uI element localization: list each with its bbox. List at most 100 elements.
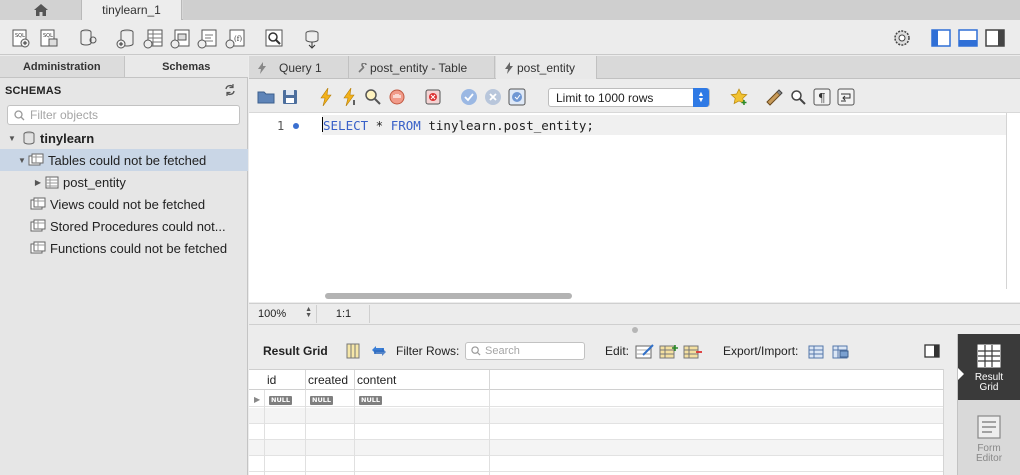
save-icon[interactable] [279, 86, 301, 108]
open-sql-script-icon[interactable]: SQL [38, 27, 60, 49]
create-table-icon[interactable] [143, 27, 165, 49]
inspector-icon[interactable] [77, 27, 99, 49]
result-grid-label: Grid [979, 382, 999, 393]
form-editor-label: Editor [975, 453, 1003, 464]
import-icon[interactable] [830, 340, 852, 362]
tree-node-tables[interactable]: ▼ Tables could not be fetched [0, 149, 248, 171]
svg-text:SQL: SQL [43, 33, 53, 39]
sql-editor[interactable] [249, 112, 1020, 302]
panel-splitter-handle[interactable] [632, 327, 638, 333]
create-function-icon[interactable]: (f) [225, 27, 247, 49]
result-grid-view-button[interactable]: Result Grid [958, 334, 1020, 400]
invisible-chars-icon[interactable]: ¶ [811, 86, 833, 108]
views-folder-icon [30, 197, 46, 210]
tab-administration[interactable]: Administration [0, 56, 124, 77]
create-schema-icon[interactable] [115, 27, 137, 49]
tab-schemas[interactable]: Schemas [123, 56, 248, 77]
wrap-lines-icon[interactable] [835, 86, 857, 108]
refresh-results-icon[interactable] [368, 340, 390, 362]
column-divider [354, 390, 355, 475]
settings-icon[interactable] [891, 27, 913, 49]
toggle-secondary-sidebar-icon[interactable] [984, 27, 1006, 49]
reconnect-icon[interactable] [301, 27, 323, 49]
tab-post-entity-table[interactable]: post_entity - Table [350, 56, 495, 79]
schema-tinylearn[interactable]: ▼ tinylearn [0, 127, 248, 149]
horizontal-scrollbar[interactable] [325, 293, 572, 299]
beautify-icon[interactable] [763, 86, 785, 108]
tree-node-label: Functions could not be fetched [50, 240, 228, 256]
statement-marker-icon [293, 123, 299, 129]
add-snippet-icon[interactable] [728, 86, 750, 108]
tables-folder-icon [28, 153, 44, 166]
create-procedure-icon[interactable] [197, 27, 219, 49]
toggle-sidebar-icon[interactable] [930, 27, 952, 49]
filter-rows-input[interactable] [485, 345, 580, 357]
navigator-sidebar: Administration Schemas SCHEMAS ▼ tinylea… [0, 56, 248, 475]
form-editor-icon [977, 415, 1001, 439]
expand-arrow-icon[interactable]: ▼ [17, 155, 27, 165]
execute-current-icon[interactable] [339, 86, 361, 108]
svg-text:¶: ¶ [818, 91, 826, 105]
filter-objects-field[interactable] [7, 105, 240, 125]
add-row-icon[interactable] [658, 340, 680, 362]
toggle-output-icon[interactable] [957, 27, 979, 49]
find-icon[interactable] [787, 86, 809, 108]
open-file-icon[interactable] [255, 86, 277, 108]
rollback-icon[interactable] [482, 86, 504, 108]
wrench-icon [358, 62, 367, 73]
limit-rows-select[interactable]: Limit to 1000 rows ▲ ▼ [548, 88, 710, 107]
explain-icon[interactable] [362, 86, 384, 108]
export-icon[interactable] [806, 340, 828, 362]
lightning-icon [258, 61, 266, 74]
column-header-content[interactable]: content [354, 370, 490, 390]
table-icon [45, 176, 59, 188]
edit-row-icon[interactable] [634, 340, 656, 362]
delete-row-icon[interactable] [682, 340, 704, 362]
execute-icon[interactable] [315, 86, 337, 108]
column-divider [305, 390, 306, 475]
svg-text:(f): (f) [234, 35, 242, 43]
column-header-id[interactable]: id [264, 370, 306, 390]
home-icon [33, 4, 48, 16]
line-number: 1 [277, 119, 285, 133]
sql-code-line[interactable]: SELECT * FROM tinylearn.post_entity; [323, 118, 594, 133]
connection-tab-tinylearn[interactable]: tinylearn_1 [82, 0, 182, 20]
refresh-icon[interactable] [224, 84, 236, 96]
filter-rows-field[interactable] [465, 342, 585, 360]
new-sql-tab-icon[interactable]: SQL [10, 27, 32, 49]
tab-query-1[interactable]: Query 1 [249, 56, 349, 79]
null-badge[interactable]: NULL [269, 396, 293, 405]
tree-node-functions[interactable]: Functions could not be fetched [0, 237, 248, 259]
sql-text: * [368, 118, 391, 133]
text-cursor [322, 117, 323, 132]
column-divider [489, 390, 490, 475]
home-tab[interactable] [0, 0, 82, 20]
current-row-arrow-icon: ▶ [254, 395, 261, 404]
tree-node-procedures[interactable]: Stored Procedures could not... [0, 215, 248, 237]
create-view-icon[interactable] [170, 27, 192, 49]
tab-post-entity[interactable]: post_entity [496, 56, 597, 79]
expand-arrow-icon[interactable]: ▶ [33, 177, 43, 187]
column-header-created[interactable]: created [305, 370, 355, 390]
grid-columns-icon[interactable] [342, 340, 364, 362]
column-divider [264, 390, 265, 475]
null-badge[interactable]: NULL [310, 396, 334, 405]
active-view-pointer-icon [958, 368, 964, 380]
toggle-continue-on-error-icon[interactable] [422, 86, 444, 108]
commit-icon[interactable] [458, 86, 480, 108]
tree-node-label: post_entity [63, 174, 126, 190]
tree-node-views[interactable]: Views could not be fetched [0, 193, 248, 215]
null-badge[interactable]: NULL [359, 396, 383, 405]
tree-node-post-entity[interactable]: ▶ post_entity [0, 171, 248, 193]
filter-objects-input[interactable] [30, 108, 230, 122]
search-table-data-icon[interactable] [263, 27, 285, 49]
autocommit-icon[interactable] [506, 86, 528, 108]
zoom-select[interactable]: 100% ▲ ▼ [251, 305, 317, 323]
toggle-result-panel-icon[interactable] [921, 340, 943, 362]
result-grid-icon [977, 344, 1001, 368]
edit-label: Edit: [605, 344, 630, 358]
editor-margin-line [1006, 113, 1007, 289]
expand-arrow-icon[interactable]: ▼ [7, 133, 17, 143]
stop-icon[interactable] [386, 86, 408, 108]
form-editor-view-button[interactable]: Form Editor [958, 410, 1020, 475]
